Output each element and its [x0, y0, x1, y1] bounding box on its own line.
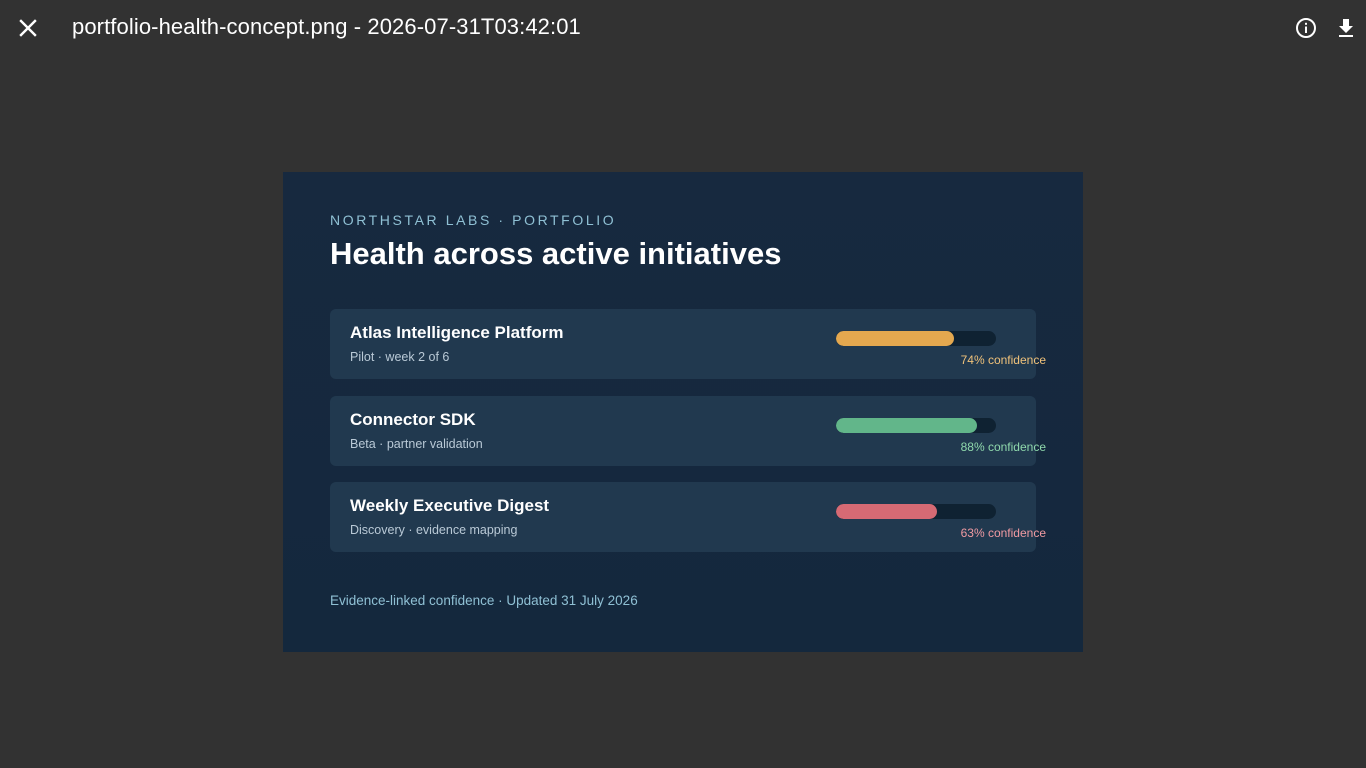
confidence-bar-track — [836, 331, 996, 346]
confidence-bar-fill — [836, 331, 955, 346]
confidence-bar-track — [836, 418, 996, 433]
info-button[interactable] — [1288, 10, 1324, 46]
close-button[interactable] — [10, 10, 46, 46]
initiative-card: Weekly Executive Digest Discovery · evid… — [330, 482, 1046, 552]
initiative-card: Connector SDK Beta · partner validation … — [330, 396, 1046, 466]
viewer-toolbar: portfolio-health-concept.png - 2026-07-3… — [0, 0, 1366, 56]
initiative-subtitle: Pilot · week 2 of 6 — [350, 350, 450, 364]
initiative-card: Atlas Intelligence Platform Pilot · week… — [330, 309, 1046, 379]
confidence-label: 88% confidence — [960, 440, 1046, 454]
file-title: portfolio-health-concept.png - 2026-07-3… — [72, 14, 581, 39]
initiative-title: Connector SDK — [350, 410, 476, 429]
download-button[interactable] — [1328, 10, 1364, 46]
confidence-bar-fill — [836, 504, 937, 519]
close-icon — [19, 19, 37, 37]
page-title: Health across active initiatives — [330, 236, 782, 271]
confidence-label: 63% confidence — [960, 526, 1046, 540]
confidence-label: 74% confidence — [960, 353, 1046, 367]
initiative-subtitle: Beta · partner validation — [350, 437, 483, 451]
confidence-bar-fill — [836, 418, 977, 433]
eyebrow-label: NORTHSTAR LABS · PORTFOLIO — [330, 212, 617, 228]
initiative-title: Weekly Executive Digest — [350, 496, 550, 515]
initiative-title: Atlas Intelligence Platform — [350, 323, 564, 342]
download-icon — [1339, 19, 1353, 37]
footer-note: Evidence-linked confidence · Updated 31 … — [330, 593, 638, 608]
confidence-bar-track — [836, 504, 996, 519]
initiative-subtitle: Discovery · evidence mapping — [350, 523, 518, 537]
image-preview: NORTHSTAR LABS · PORTFOLIO Health across… — [283, 172, 1083, 652]
info-icon — [1296, 18, 1316, 38]
